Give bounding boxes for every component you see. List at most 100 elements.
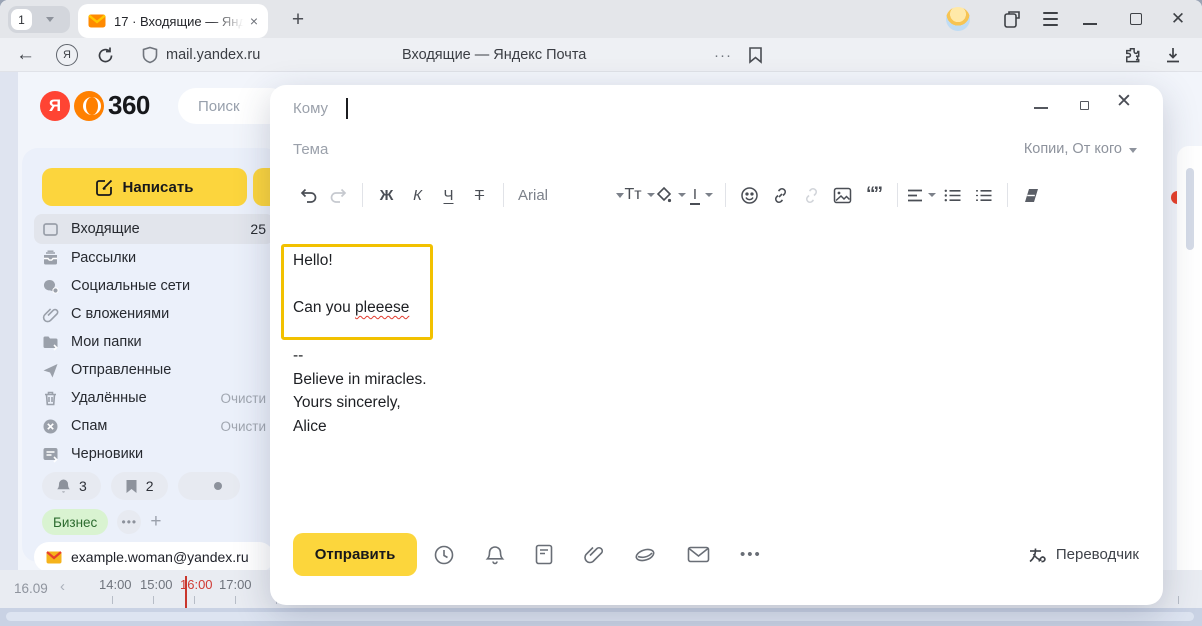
attach-file-icon[interactable] (583, 544, 603, 566)
yadisk-attach-icon[interactable] (633, 546, 657, 564)
compose-button[interactable]: Написать (42, 168, 247, 206)
reminder-bell-icon[interactable] (485, 544, 505, 566)
remove-link-button[interactable] (796, 178, 827, 212)
labels-more-button[interactable]: ••• (117, 510, 141, 534)
undo-button[interactable] (292, 178, 323, 212)
chevron-down-icon (46, 17, 54, 22)
compose-minimize-button[interactable] (1030, 91, 1052, 113)
strikethrough-button[interactable]: Т (464, 178, 495, 212)
bookmarks-count: 2 (146, 478, 154, 494)
translator-button[interactable]: Переводчик (1027, 533, 1139, 576)
dot-filter-badge[interactable] (178, 472, 240, 500)
labels-row: Бизнес ••• + (42, 509, 161, 535)
bell-icon (56, 478, 71, 494)
template-icon[interactable] (535, 544, 553, 565)
send-button[interactable]: Отправить (293, 533, 417, 576)
account-chip[interactable]: example.woman@yandex.ru (34, 542, 274, 572)
sidebar-item-attachments[interactable]: С вложениями (34, 300, 274, 328)
user-avatar[interactable] (946, 7, 970, 31)
side-panels-icon[interactable] (998, 0, 1026, 38)
chevron-down-icon (1129, 148, 1137, 153)
clear-folder-link[interactable]: Очисти (220, 419, 266, 434)
message-body[interactable]: Hello! Can you pleeese (293, 249, 409, 320)
yandex360-logo[interactable]: Я 360 (40, 90, 150, 121)
font-family-select[interactable]: Arial (512, 187, 624, 204)
mailings-icon (42, 250, 59, 267)
italic-button[interactable]: К (402, 178, 433, 212)
browser-toolbar: ← Я mail.yandex.ru Входящие — Яндекс Поч… (0, 38, 1202, 72)
close-window-button[interactable]: ✕ (1164, 0, 1192, 38)
menu-icon[interactable] (1036, 0, 1064, 38)
schedule-send-icon[interactable] (433, 544, 455, 566)
browser-window: 1 17 · Входящие — Яндек × + (0, 0, 1202, 626)
clear-folder-link[interactable]: Очисти (220, 391, 266, 406)
label-business[interactable]: Бизнес (42, 509, 108, 535)
new-tab-button[interactable]: + (283, 5, 313, 35)
tab-inbox[interactable]: 17 · Входящие — Яндек × (78, 4, 268, 38)
bold-button[interactable]: Ж (371, 178, 402, 212)
add-label-button[interactable]: + (150, 511, 161, 533)
bookmarks-badge[interactable]: 2 (111, 472, 168, 500)
compose-label: Написать (123, 179, 194, 196)
align-button[interactable] (906, 178, 937, 212)
reminders-badge[interactable]: 3 (42, 472, 101, 500)
sidebar-item-drafts[interactable]: Черновики (34, 440, 274, 468)
sidebar-item-sent[interactable]: Отправленные (34, 356, 274, 384)
subject-field[interactable]: Тема (293, 141, 328, 158)
refresh-button[interactable] (96, 38, 115, 72)
blockquote-button[interactable]: “” (858, 178, 889, 212)
sidebar-item-social[interactable]: Социальные сети (34, 272, 274, 300)
sidebar-item-mailings[interactable]: Рассылки (34, 244, 274, 272)
maximize-button[interactable] (1122, 0, 1150, 38)
editor-toolbar: Ж К Ч Т Arial Тт (292, 177, 1145, 213)
signature-line: Yours sincerely, (293, 391, 427, 415)
underline-button[interactable]: Ч (433, 178, 464, 212)
emoji-button[interactable] (734, 178, 765, 212)
redo-button[interactable] (323, 178, 354, 212)
tab-count: 1 (11, 9, 32, 30)
reminders-count: 3 (79, 478, 87, 494)
timeline-prev-icon[interactable]: ‹ (60, 578, 65, 595)
sidebar-item-trash[interactable]: Удалённые Очисти (34, 384, 274, 412)
compose-more-button[interactable]: ••• (740, 546, 762, 563)
signature-block[interactable]: -- Believe in miracles. Yours sincerely,… (293, 344, 427, 438)
compose-actions: ••• (433, 533, 762, 576)
insert-image-button[interactable] (827, 178, 858, 212)
compose-restore-button[interactable] (1080, 101, 1089, 110)
attach-from-mail-icon[interactable] (687, 546, 710, 563)
numbered-list-button[interactable] (968, 178, 999, 212)
cc-from-toggle[interactable]: Копии, От кого (1024, 141, 1137, 157)
yandex-logo-icon: Я (56, 44, 78, 66)
extensions-puzzle-icon[interactable] (1124, 38, 1143, 72)
folder-icon (42, 334, 59, 351)
address-bar-url[interactable]: mail.yandex.ru (166, 38, 260, 72)
translator-icon (1027, 546, 1047, 564)
address-overflow-menu[interactable]: ··· (714, 38, 732, 72)
sidebar-item-inbox[interactable]: Входящие 25 (34, 214, 274, 244)
tab-close-icon[interactable]: × (250, 13, 258, 29)
timeline-tick-label: 17:00 (219, 577, 252, 592)
font-size-select[interactable]: Тт (624, 178, 655, 212)
downloads-icon[interactable] (1164, 38, 1182, 72)
to-field[interactable]: Кому (293, 100, 328, 117)
tab-group-counter[interactable]: 1 (8, 6, 70, 33)
bookmark-icon[interactable] (748, 38, 763, 72)
compose-close-button[interactable]: ✕ (1116, 90, 1132, 113)
clear-formatting-button[interactable] (1016, 178, 1047, 212)
insert-link-button[interactable] (765, 178, 796, 212)
folder-label: Входящие (71, 221, 140, 237)
highlight-color-button[interactable] (655, 178, 686, 212)
back-button[interactable]: ← (16, 38, 35, 72)
yandex-home-button[interactable]: Я (56, 38, 78, 72)
body-line-request: Can you pleeese (293, 296, 409, 320)
sidebar-item-my-folders[interactable]: Мои папки (34, 328, 274, 356)
sidebar-item-spam[interactable]: Спам Очисти (34, 412, 274, 440)
text-color-button[interactable]: I (686, 178, 717, 212)
bullet-list-button[interactable] (937, 178, 968, 212)
vertical-scrollbar[interactable] (1186, 168, 1194, 250)
security-shield-icon[interactable] (142, 38, 158, 72)
body-line-greeting: Hello! (293, 249, 409, 273)
minimize-button[interactable] (1076, 0, 1104, 38)
horizontal-scrollbar[interactable] (6, 612, 1194, 621)
dot-icon (214, 482, 222, 490)
